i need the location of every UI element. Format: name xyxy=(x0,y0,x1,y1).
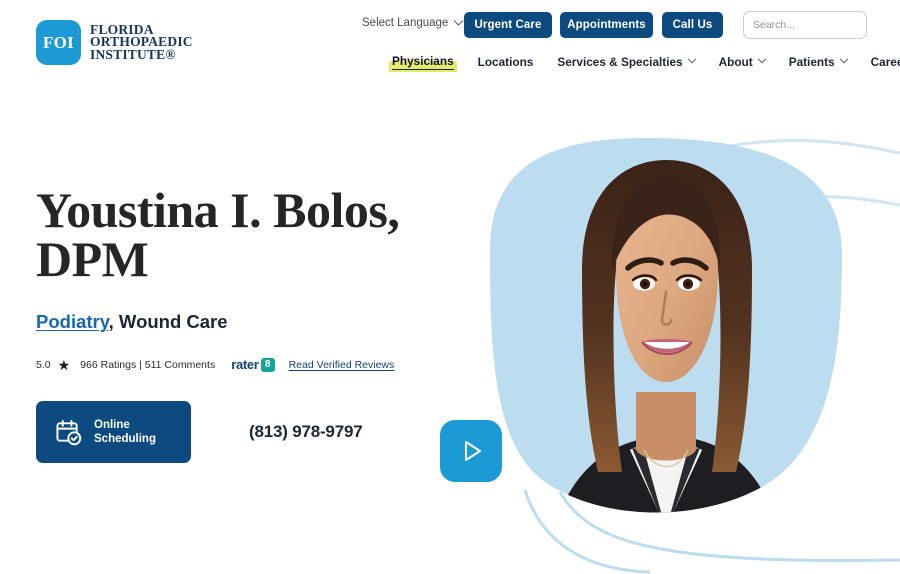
specialty-additional: , Wound Care xyxy=(108,311,228,332)
hero-graphics xyxy=(490,138,900,574)
doctor-info-panel: Youstina I. Bolos, DPM Podiatry, Wound C… xyxy=(36,182,436,463)
nav-label-physicians: Physicians xyxy=(392,54,454,70)
rating-row: 5.0 ★ 966 Ratings | 511 Comments rater 8… xyxy=(36,357,436,372)
page-title: Youstina I. Bolos, DPM xyxy=(36,182,400,287)
rating-counts: 966 Ratings | 511 Comments xyxy=(80,358,216,371)
rater8-logo: rater 8 xyxy=(231,357,275,372)
page-root: FOI FLORIDA ORTHOPAEDIC INSTITUTE® Selec… xyxy=(0,0,900,574)
nav-item-patients[interactable]: Patients xyxy=(788,54,848,69)
nav-item-physicians[interactable]: Physicians xyxy=(389,54,457,72)
play-icon xyxy=(465,441,481,461)
logo-line-3: INSTITUTE® xyxy=(90,46,176,62)
scheduling-line-2: Scheduling xyxy=(94,433,156,445)
logo-mark-icon: FOI xyxy=(36,20,81,65)
nav-item-about[interactable]: About xyxy=(718,54,766,69)
urgent-care-button[interactable]: Urgent Care xyxy=(464,12,552,38)
chevron-down-icon xyxy=(757,54,766,64)
site-header: FOI FLORIDA ORTHOPAEDIC INSTITUTE® Selec… xyxy=(0,0,900,90)
logo-mark-text: FOI xyxy=(42,32,75,52)
specialty-line: Podiatry, Wound Care xyxy=(36,311,436,333)
appointments-button[interactable]: Appointments xyxy=(560,12,653,38)
online-scheduling-button[interactable]: Online Scheduling xyxy=(36,401,191,463)
rater8-wordmark: rater xyxy=(231,357,259,372)
chevron-down-icon xyxy=(687,54,696,64)
scheduling-line-1: Online xyxy=(94,419,130,431)
site-logo[interactable]: FOI FLORIDA ORTHOPAEDIC INSTITUTE® xyxy=(36,20,193,65)
call-us-button[interactable]: Call Us xyxy=(662,12,723,38)
language-selector[interactable]: Select Language xyxy=(362,15,464,29)
rater8-badge-icon: 8 xyxy=(260,357,275,372)
cta-row: Online Scheduling (813) 978-9797 xyxy=(36,401,436,463)
main-navigation: Physicians Locations Services & Specialt… xyxy=(389,54,900,72)
nav-label-about: About xyxy=(718,55,753,69)
play-video-button[interactable] xyxy=(440,420,502,482)
rating-score: 5.0 xyxy=(36,358,51,371)
star-icon: ★ xyxy=(57,356,71,373)
search-input[interactable] xyxy=(753,19,888,31)
nav-label-careers: Careers xyxy=(870,55,900,69)
nav-label-services: Services & Specialties xyxy=(557,55,683,69)
search-box[interactable] xyxy=(743,11,888,39)
logo-wordmark: FLORIDA ORTHOPAEDIC INSTITUTE® xyxy=(90,23,193,62)
nav-label-locations: Locations xyxy=(477,55,534,69)
nav-item-careers[interactable]: Careers xyxy=(871,55,900,69)
nav-label-patients: Patients xyxy=(788,55,835,69)
nav-item-locations[interactable]: Locations xyxy=(478,55,534,69)
language-selector-label: Select Language xyxy=(362,17,449,29)
hero-artwork xyxy=(430,120,900,574)
chevron-down-icon xyxy=(839,54,848,64)
calendar-check-icon xyxy=(56,419,82,445)
online-scheduling-label: Online Scheduling xyxy=(94,418,156,446)
chevron-down-icon xyxy=(453,15,464,26)
nav-item-services[interactable]: Services & Specialties xyxy=(557,54,696,69)
specialty-link-podiatry[interactable]: Podiatry xyxy=(36,311,109,332)
read-verified-reviews-link[interactable]: Read Verified Reviews xyxy=(289,359,395,371)
phone-number[interactable]: (813) 978-9797 xyxy=(249,422,363,442)
